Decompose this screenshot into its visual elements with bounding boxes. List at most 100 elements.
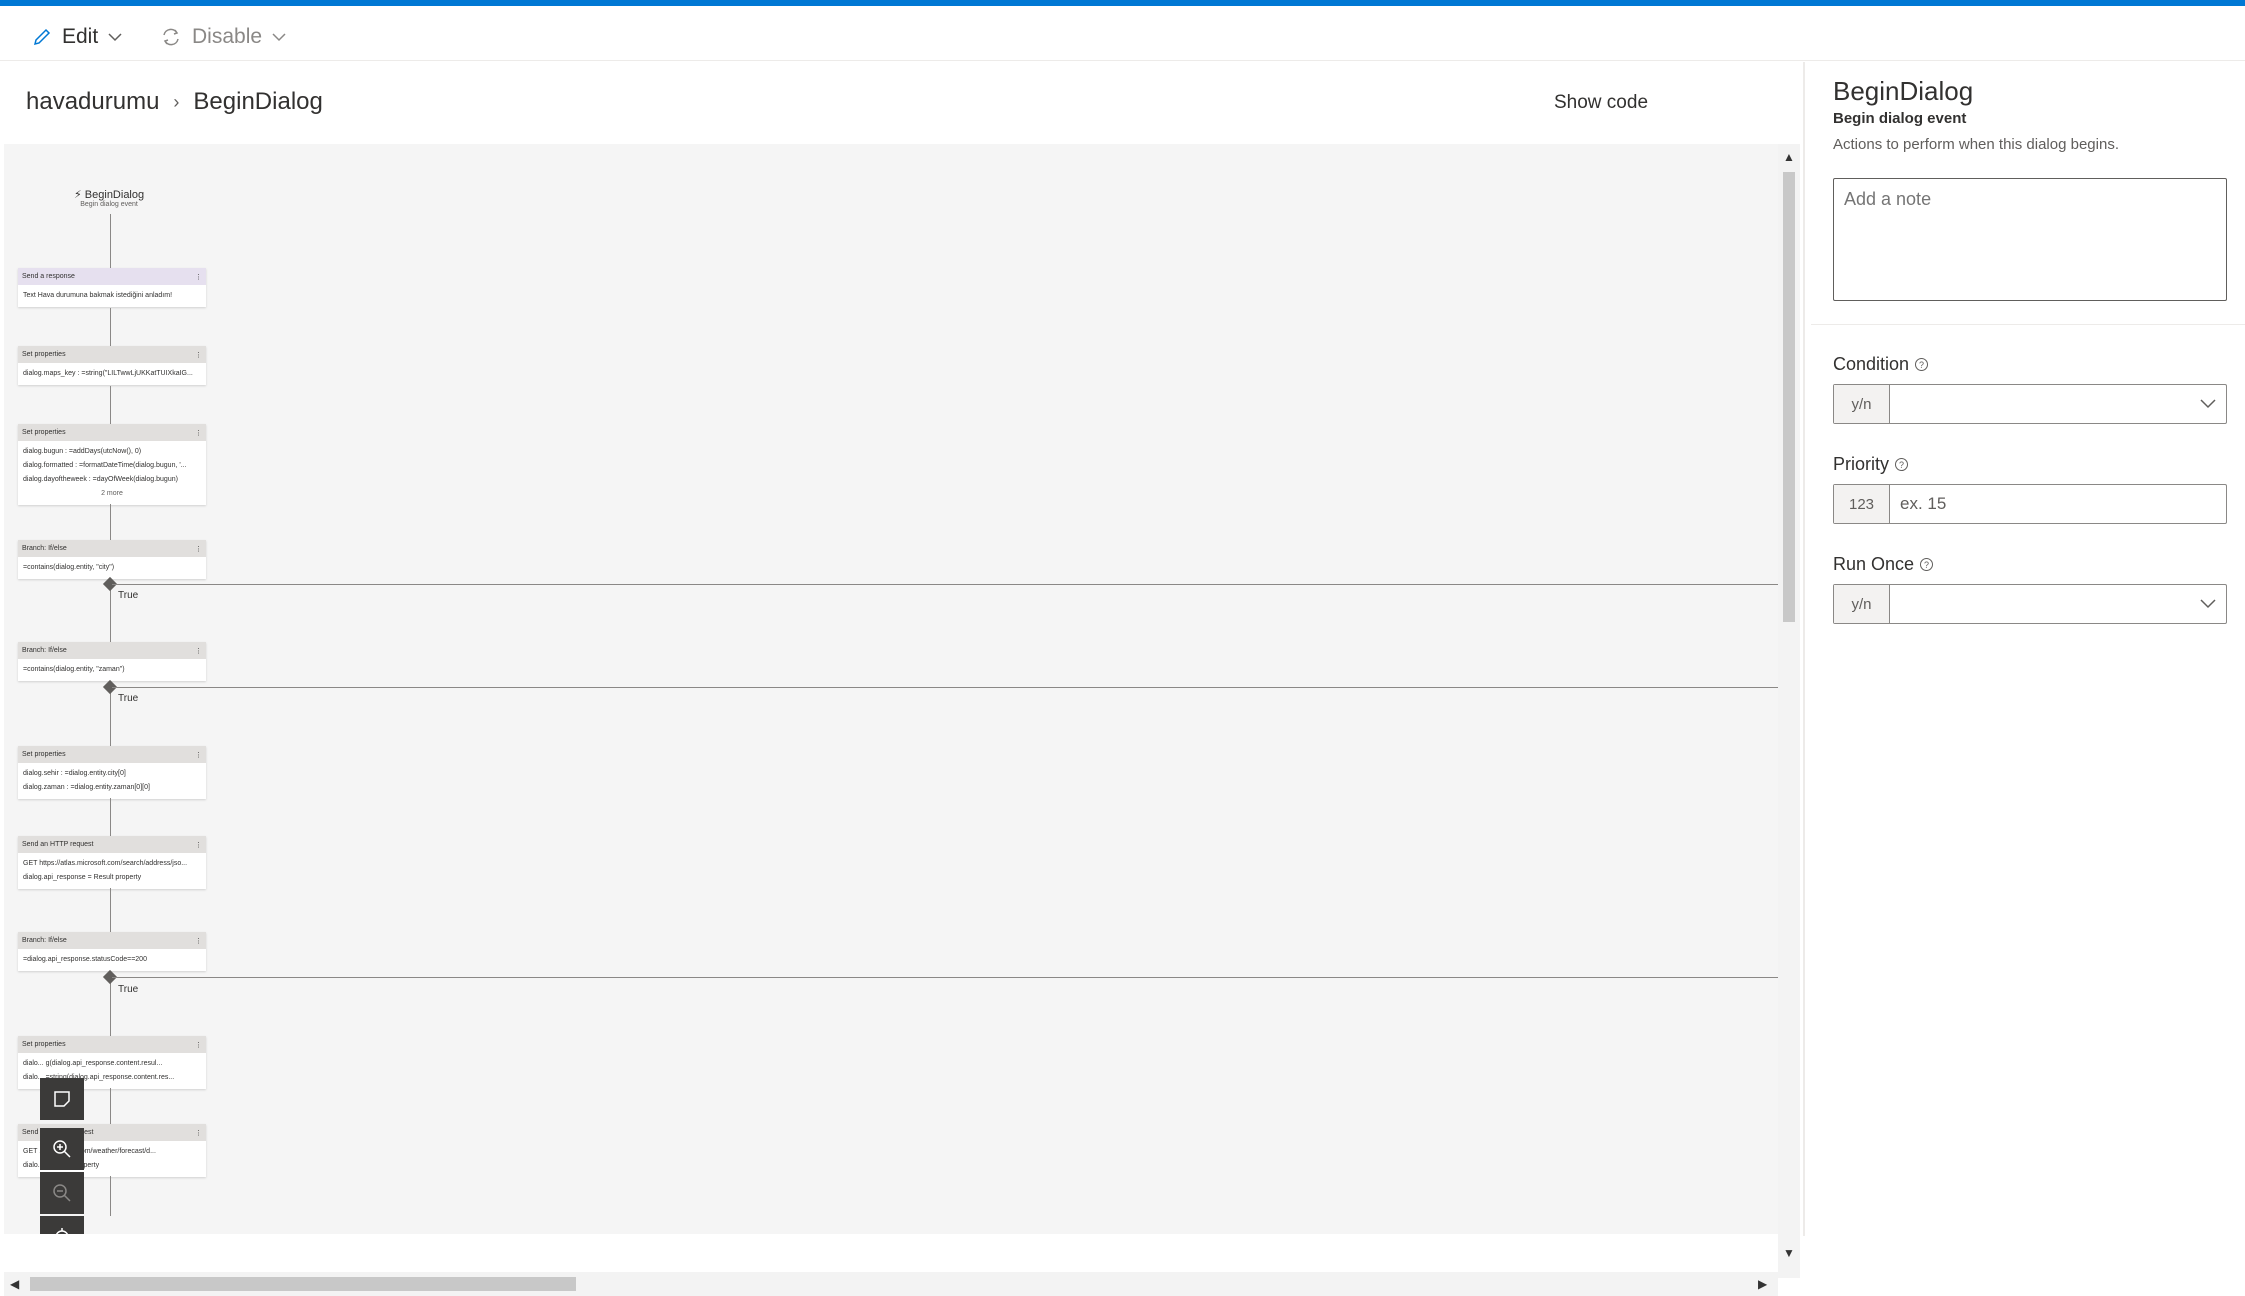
condition-field[interactable]: y/n [1833, 384, 2227, 424]
breadcrumb: havadurumu › BeginDialog [26, 88, 323, 116]
vertical-scroll-thumb[interactable] [1783, 172, 1795, 622]
vertical-scrollbar[interactable]: ▲ ▼ [1778, 144, 1800, 1278]
priority-field[interactable]: 123 ex. 15 [1833, 484, 2227, 524]
action-node[interactable]: Send an HTTP request ⋮ GET https://atlas.… [18, 836, 206, 889]
true-label: True [118, 693, 139, 704]
action-node[interactable]: Send a response ⋮ Text Hava durumuna bakm… [18, 268, 206, 307]
node-line: =dialog.api_response.statusCode==200 [23, 956, 147, 963]
more-link[interactable]: 2 more [23, 487, 201, 501]
action-node[interactable]: Branch: If/else ⋮ =dialog.api_response.st… [18, 932, 206, 971]
node-line: =contains(dialog.entity, "zaman") [23, 666, 125, 673]
node-line: dialog.zaman : =dialog.entity.zaman[0][0… [23, 784, 150, 791]
breadcrumb-parent[interactable]: havadurumu [26, 88, 159, 116]
more-icon[interactable]: ⋮ [195, 545, 202, 553]
edit-label: Edit [62, 25, 99, 48]
run-once-label: Run Once? [1833, 554, 1934, 575]
connector [110, 602, 111, 642]
action-node[interactable]: Branch: If/else ⋮ =contains(dialog.entity… [18, 540, 206, 579]
condition-label: Condition? [1833, 354, 1929, 375]
target-icon [55, 1228, 69, 1234]
true-label: True [118, 590, 139, 601]
note-field[interactable] [1833, 178, 2227, 301]
chevron-down-icon [272, 33, 286, 42]
connector [110, 798, 111, 836]
properties-panel: BeginDialog Begin dialog event Actions t… [1803, 62, 2245, 1236]
zoom-out-icon [53, 1184, 71, 1202]
more-icon[interactable]: ⋮ [195, 1041, 202, 1049]
action-node[interactable]: Set properties ⋮ dialog.bugun : =addDays(… [18, 424, 206, 505]
more-icon[interactable]: ⋮ [195, 429, 202, 437]
action-node[interactable]: Set properties ⋮ dialog.sehir : =dialog.e… [18, 746, 206, 799]
node-line: Text Hava durumuna bakmak istediğini anl… [23, 292, 173, 299]
horizontal-scrollbar[interactable]: ◀ ▶ [4, 1272, 1778, 1296]
node-title: Set properties [22, 1041, 66, 1048]
divider [1811, 324, 2245, 325]
node-line: dialog.maps_key : =string("LILTwwLjUKKat… [23, 370, 193, 377]
scroll-down-icon[interactable]: ▼ [1783, 1246, 1795, 1260]
node-title: Branch: If/else [22, 937, 67, 944]
more-icon[interactable]: ⋮ [195, 1129, 202, 1137]
action-node[interactable]: Branch: If/else ⋮ =contains(dialog.entity… [18, 642, 206, 681]
type-prefix: y/n [1834, 385, 1890, 423]
minimap-button[interactable] [40, 1078, 84, 1120]
more-icon[interactable]: ⋮ [195, 841, 202, 849]
horizontal-scroll-thumb[interactable] [30, 1277, 576, 1291]
pencil-icon [33, 28, 51, 46]
refresh-icon [163, 28, 179, 46]
node-line: GET https://atlas.microsoft.com/search/a… [23, 860, 188, 867]
more-icon[interactable]: ⋮ [195, 351, 202, 359]
show-code-button[interactable]: Show code [1554, 92, 1648, 114]
scroll-up-icon[interactable]: ▲ [1783, 150, 1795, 164]
branch-line [112, 584, 1778, 585]
minimap-icon [54, 1091, 70, 1107]
help-icon[interactable]: ? [1920, 558, 1934, 571]
scroll-left-icon[interactable]: ◀ [10, 1277, 19, 1291]
connector [110, 888, 111, 932]
panel-subtitle: Begin dialog event [1833, 110, 1967, 127]
branch-line [112, 687, 1778, 688]
disable-label: Disable [192, 25, 263, 48]
flow-canvas[interactable]: ⚡ BeginDialog Begin dialog event Send a … [4, 144, 1778, 1234]
branch-line [112, 977, 1778, 978]
zoom-out-button[interactable] [40, 1172, 84, 1214]
connector [110, 704, 111, 746]
node-title: Send a response [22, 273, 75, 280]
designer-pane: havadurumu › BeginDialog Show code ⚡ Beg… [0, 62, 1800, 1296]
node-line: dialog.formatted : =formatDateTime(dialo… [23, 462, 187, 469]
node-title: Branch: If/else [22, 647, 67, 654]
more-icon[interactable]: ⋮ [195, 937, 202, 945]
action-node[interactable]: Set properties ⋮ dialog.maps_key : =strin… [18, 346, 206, 385]
more-icon[interactable]: ⋮ [195, 751, 202, 759]
help-icon[interactable]: ? [1915, 358, 1929, 371]
help-icon[interactable]: ? [1895, 458, 1909, 471]
run-once-field[interactable]: y/n [1833, 584, 2227, 624]
node-line: dialog.dayoftheweek : =dayOfWeek(dialog.… [23, 476, 178, 483]
connector [110, 308, 111, 346]
priority-placeholder: ex. 15 [1900, 494, 1947, 513]
run-once-label-text: Run Once [1833, 554, 1915, 574]
node-line: =contains(dialog.entity, "city") [23, 564, 115, 571]
zoom-in-button[interactable] [40, 1128, 84, 1170]
node-line: dialog.api_response = Result property [23, 874, 142, 881]
more-icon[interactable]: ⋮ [195, 647, 202, 655]
disable-button[interactable]: Disable [160, 20, 286, 54]
type-prefix: 123 [1834, 485, 1890, 523]
chevron-down-icon [108, 33, 122, 42]
chevron-down-icon[interactable] [2200, 599, 2216, 609]
node-title: Set properties [22, 429, 66, 436]
node-line: dialog.sehir : =dialog.entity.city[0] [23, 770, 126, 777]
edit-button[interactable]: Edit [32, 20, 122, 54]
node-line: dialo... g(dialog.api_response.content.r… [23, 1060, 163, 1067]
node-title: Send an HTTP request [22, 841, 94, 848]
trigger-node[interactable]: ⚡ BeginDialog Begin dialog event [74, 188, 144, 208]
node-title: Set properties [22, 751, 66, 758]
scroll-right-icon[interactable]: ▶ [1758, 1277, 1767, 1291]
connector [110, 1088, 111, 1124]
panel-title: BeginDialog [1833, 76, 1974, 106]
breadcrumb-current: BeginDialog [193, 88, 323, 115]
recenter-button[interactable] [40, 1216, 84, 1234]
more-icon[interactable]: ⋮ [195, 273, 202, 281]
chevron-down-icon[interactable] [2200, 399, 2216, 409]
lightning-icon: ⚡ [74, 189, 82, 201]
trigger-title: BeginDialog [84, 189, 145, 201]
